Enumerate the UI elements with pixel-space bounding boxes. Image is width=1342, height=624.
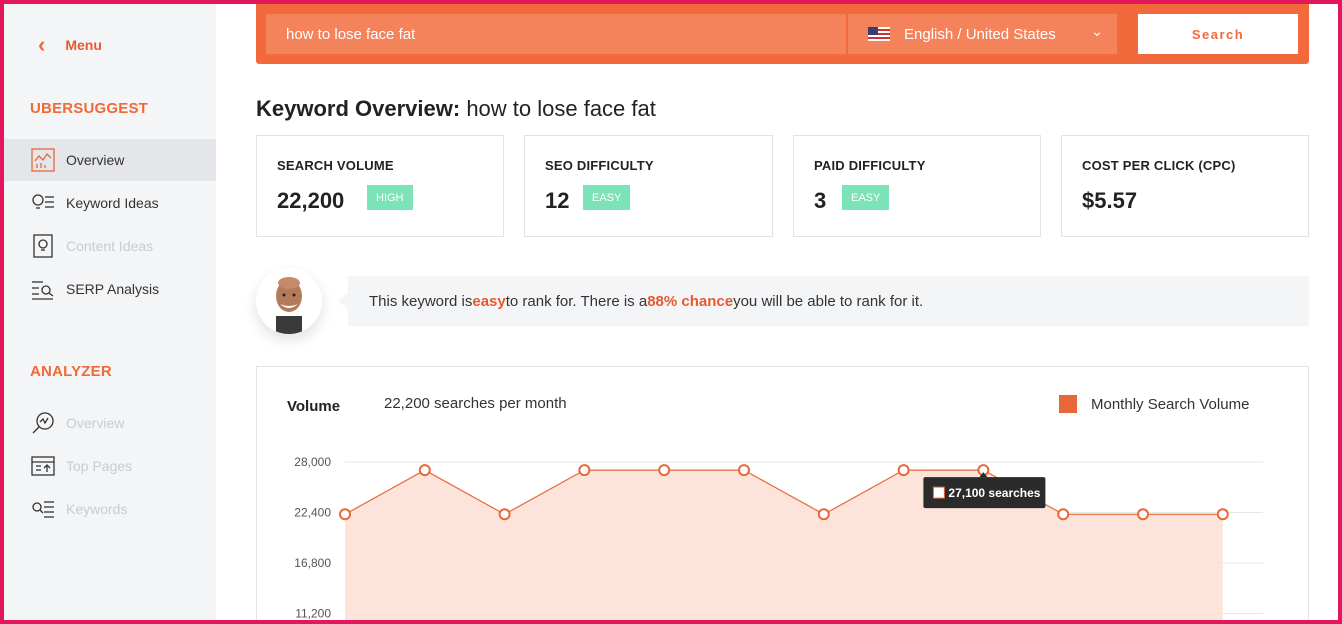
chart-icon bbox=[30, 147, 56, 173]
tooltip-swatch bbox=[932, 486, 945, 499]
search-button[interactable]: Search bbox=[1138, 14, 1298, 54]
sidebar-item-label: Overview bbox=[66, 415, 125, 431]
y-tick-label: 28,000 bbox=[294, 455, 331, 469]
sidebar-item-serp-analysis[interactable]: SERP Analysis bbox=[4, 268, 216, 310]
card-value: 12 bbox=[545, 188, 570, 213]
language-label: English / United States bbox=[904, 25, 1056, 43]
y-tick-label: 11,200 bbox=[295, 607, 331, 621]
tip-easy: easy bbox=[472, 292, 506, 310]
card-value: 3 bbox=[814, 188, 827, 213]
serp-search-icon bbox=[30, 276, 56, 302]
data-point bbox=[658, 464, 671, 477]
sidebar-item-label: SERP Analysis bbox=[66, 281, 160, 297]
page-title-keyword: how to lose face fat bbox=[466, 96, 656, 121]
page-title-prefix: Keyword Overview: bbox=[256, 96, 461, 121]
tip-bubble: This keyword is easy to rank for. There … bbox=[338, 276, 1309, 326]
sidebar-item-keyword-ideas[interactable]: Keyword Ideas bbox=[4, 182, 216, 224]
data-point bbox=[897, 464, 910, 477]
volume-chart-panel: Volume 22,200 searches per month Monthly… bbox=[256, 366, 1309, 624]
brand-title: UBERSUGGEST bbox=[30, 100, 149, 117]
tip-chance: 88% chance bbox=[647, 292, 734, 310]
card-title: SEARCH VOLUME bbox=[277, 158, 394, 173]
analyzer-magnifier-icon bbox=[30, 410, 56, 436]
active-indicator bbox=[0, 135, 3, 177]
sidebar-item-overview[interactable]: Overview bbox=[4, 139, 216, 181]
tip-text-3: you will be able to rank for it. bbox=[733, 292, 924, 310]
card-value: $5.57 bbox=[1082, 188, 1138, 213]
us-flag-icon bbox=[868, 27, 890, 41]
data-point bbox=[498, 508, 511, 521]
sidebar-item-label: Keyword Ideas bbox=[66, 195, 159, 211]
sidebar-item-label: Top Pages bbox=[66, 458, 133, 474]
data-point bbox=[339, 508, 351, 521]
status-badge: EASY bbox=[583, 185, 631, 210]
cpc-card: COST PER CLICK (CPC) $5.57 bbox=[1061, 135, 1309, 237]
card-title: PAID DIFFICULTY bbox=[814, 158, 926, 173]
sidebar-item-label: Overview bbox=[66, 152, 125, 168]
y-tick-label: 22,400 bbox=[294, 506, 331, 520]
chevron-left-icon: ‹ bbox=[38, 32, 46, 57]
sidebar: ‹ Menu UBERSUGGEST Overview Keyword Idea… bbox=[4, 4, 216, 620]
data-point bbox=[1057, 508, 1070, 521]
seo-difficulty-card: SEO DIFFICULTY 12 EASY bbox=[524, 135, 773, 237]
card-value: 22,200 bbox=[277, 188, 345, 213]
tip-text-2: to rank for. There is a bbox=[505, 292, 648, 310]
sidebar-item-analyzer-overview[interactable]: Overview bbox=[4, 402, 216, 444]
analyzer-title: ANALYZER bbox=[30, 363, 112, 380]
y-tick-label: 16,800 bbox=[294, 556, 331, 570]
page-title: Keyword Overview: how to lose face fat bbox=[256, 96, 656, 122]
card-title: SEO DIFFICULTY bbox=[545, 158, 654, 173]
data-point bbox=[1137, 508, 1149, 521]
menu-back-button[interactable]: ‹ Menu bbox=[38, 34, 102, 56]
content-icon bbox=[30, 233, 56, 259]
keywords-list-icon bbox=[30, 496, 56, 522]
card-title: COST PER CLICK (CPC) bbox=[1082, 158, 1236, 173]
avatar bbox=[256, 268, 322, 334]
lightbulb-list-icon bbox=[30, 190, 56, 216]
tip-text-1: This keyword is bbox=[369, 292, 473, 310]
search-volume-card: SEARCH VOLUME 22,200 HIGH bbox=[256, 135, 504, 237]
top-pages-icon bbox=[30, 453, 56, 479]
sidebar-item-label: Content Ideas bbox=[66, 238, 154, 254]
status-badge: HIGH bbox=[367, 185, 413, 210]
sidebar-item-top-pages[interactable]: Top Pages bbox=[4, 445, 216, 487]
status-badge: EASY bbox=[842, 185, 890, 210]
data-point bbox=[817, 508, 830, 521]
area-fill bbox=[345, 470, 1223, 624]
keyword-search-input[interactable]: how to lose face fat bbox=[266, 14, 846, 54]
chevron-down-icon: ⌄ bbox=[1091, 23, 1103, 39]
search-bar: how to lose face fat English / United St… bbox=[256, 4, 1309, 64]
data-point bbox=[418, 464, 431, 477]
sidebar-item-keywords[interactable]: Keywords bbox=[4, 488, 216, 530]
menu-label: Menu bbox=[65, 37, 102, 53]
sidebar-item-content-ideas[interactable]: Content Ideas bbox=[4, 225, 216, 267]
data-point bbox=[738, 464, 750, 477]
data-point bbox=[578, 464, 591, 477]
sidebar-item-label: Keywords bbox=[66, 501, 128, 517]
tooltip-label: 27,100 searches bbox=[948, 486, 1040, 500]
language-select[interactable]: English / United States ⌄ bbox=[848, 14, 1117, 54]
paid-difficulty-card: PAID DIFFICULTY 3 EASY bbox=[793, 135, 1041, 237]
volume-chart: 28,000 22,400 16,800 11,200 27,100 searches bbox=[294, 455, 1263, 624]
data-point bbox=[1216, 508, 1229, 521]
